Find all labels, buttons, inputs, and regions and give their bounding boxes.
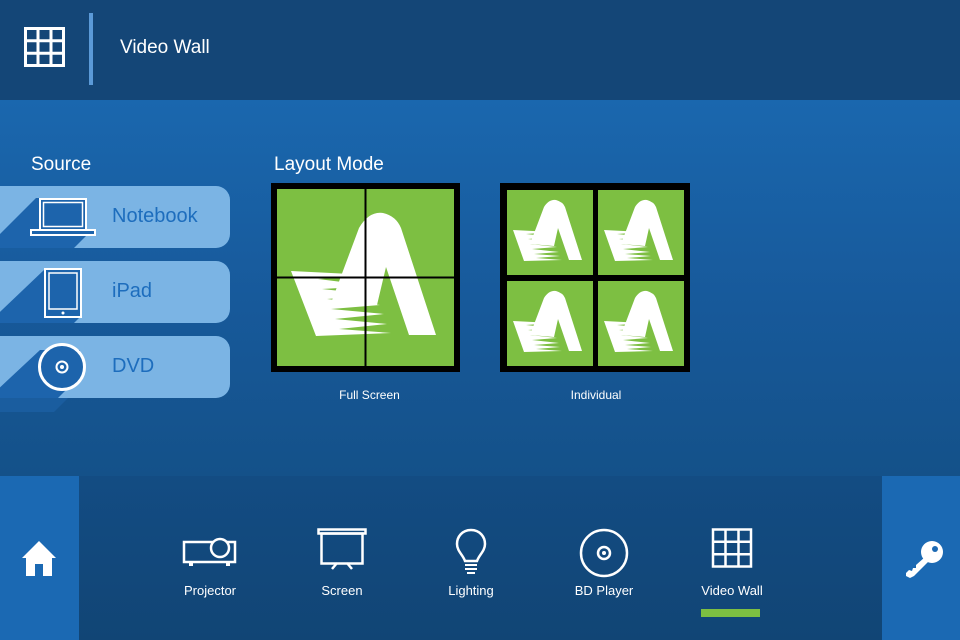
layout-mode-heading: Layout Mode [274,154,384,175]
home-button[interactable] [0,476,79,640]
nav-lighting[interactable]: Lighting [416,524,526,624]
full-screen-layout-icon [277,189,454,366]
nav-screen[interactable]: Screen [287,524,397,624]
nav-video-wall-label: Video Wall [701,583,763,598]
home-icon [22,541,56,576]
tablet-icon [44,268,82,318]
menu-button[interactable] [24,27,65,67]
projector-icon [182,537,237,566]
source-notebook-label: Notebook [112,205,198,227]
source-dvd-label: DVD [112,355,155,377]
disc-icon [579,528,629,578]
nav-lighting-label: Lighting [448,583,494,598]
source-notebook-button[interactable]: Notebook [0,186,230,248]
source-ipad-label: iPad [112,280,153,302]
button-shadow-tail [0,398,68,412]
layout-individual-label: Individual [570,388,622,402]
layout-full-screen-tile[interactable] [271,183,460,372]
source-dvd-button[interactable]: DVD [0,336,230,398]
grid-icon [24,27,65,67]
source-ipad-button[interactable]: iPad [0,261,230,323]
nav-bd-player[interactable]: BD Player [549,524,659,624]
grid-icon [711,528,753,568]
main-panel: Source Layout Mode Notebook iPad DVD Ful… [0,100,960,476]
disc-icon [38,343,86,391]
key-button[interactable] [882,476,960,640]
laptop-icon [30,198,96,236]
nav-projector[interactable]: Projector [155,524,265,624]
header: Video Wall [0,0,960,100]
source-heading: Source [31,154,92,175]
individual-layout-icon [507,190,684,366]
nav-projector-label: Projector [183,583,237,598]
layout-individual-tile[interactable] [500,183,690,372]
layout-full-screen-label: Full Screen [339,388,400,402]
header-divider [89,13,93,85]
key-icon [906,541,943,578]
nav-bd-player-label: BD Player [574,583,634,598]
light-bulb-icon [455,528,487,574]
projection-screen-icon [317,528,367,570]
active-nav-indicator [701,609,760,617]
nav-screen-label: Screen [321,583,363,598]
page-title: Video Wall [120,37,210,58]
